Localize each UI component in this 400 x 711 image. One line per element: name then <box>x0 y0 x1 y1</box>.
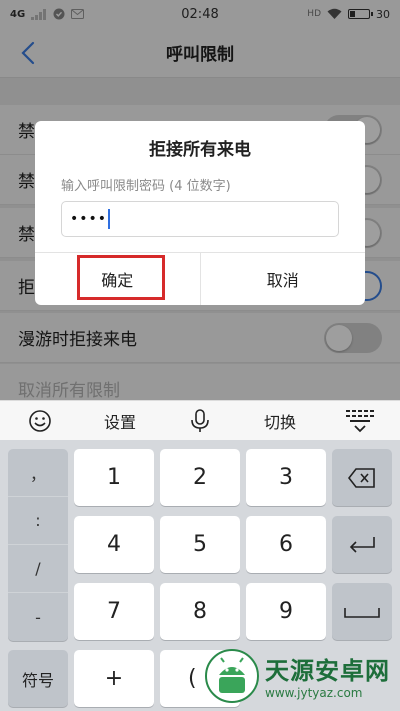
space-key[interactable] <box>332 583 392 640</box>
dialog-title: 拒接所有来电 <box>149 140 251 160</box>
cancel-button[interactable]: 取消 <box>199 253 366 305</box>
space-icon <box>344 607 380 618</box>
emoji-icon <box>29 409 51 432</box>
backspace-icon <box>348 467 375 488</box>
watermark-name: 天源安卓网 <box>265 657 390 685</box>
voice-input-button[interactable] <box>160 401 240 441</box>
android-logo-icon <box>205 648 259 703</box>
password-input[interactable]: •••• <box>61 201 339 237</box>
emoji-button[interactable] <box>0 401 80 441</box>
enter-key[interactable] <box>332 516 392 573</box>
site-watermark: 天源安卓网 www.jytyaz.com <box>205 640 400 711</box>
symbol-key-comma[interactable]: ， <box>8 449 68 497</box>
symbol-column: ， : / - <box>8 449 68 641</box>
password-dialog: 拒接所有来电 输入呼叫限制密码 (4 位数字) •••• 确定 取消 <box>35 121 365 305</box>
symbols-key[interactable]: 符号 <box>8 650 68 707</box>
watermark-url: www.jytyaz.com <box>265 686 363 700</box>
symbol-key-dash[interactable]: - <box>8 593 68 641</box>
keyboard-settings-button[interactable]: 设置 <box>80 401 160 441</box>
key-3[interactable]: 3 <box>246 449 326 506</box>
enter-icon <box>349 536 375 553</box>
key-9[interactable]: 9 <box>246 583 326 640</box>
key-5[interactable]: 5 <box>160 516 240 573</box>
hide-keyboard-button[interactable] <box>320 401 400 441</box>
dialog-actions: 确定 取消 <box>35 252 365 305</box>
dialog-hint: 输入呼叫限制密码 (4 位数字) <box>61 179 231 194</box>
key-6[interactable]: 6 <box>246 516 326 573</box>
text-cursor <box>108 209 111 229</box>
key-8[interactable]: 8 <box>160 583 240 640</box>
symbol-key-slash[interactable]: / <box>8 545 68 593</box>
microphone-icon <box>191 408 209 432</box>
symbol-key-colon[interactable]: : <box>8 497 68 545</box>
key-1[interactable]: 1 <box>74 449 154 506</box>
key-4[interactable]: 4 <box>74 516 154 573</box>
backspace-key[interactable] <box>332 449 392 506</box>
hide-keyboard-icon <box>346 409 374 432</box>
keyboard-toolbar: 设置 切换 <box>0 400 400 440</box>
watermark-text: 天源安卓网 www.jytyaz.com <box>265 651 390 700</box>
key-7[interactable]: 7 <box>74 583 154 640</box>
password-value: •••• <box>70 211 108 227</box>
confirm-button[interactable]: 确定 <box>35 253 200 305</box>
plus-key[interactable]: + <box>74 650 154 707</box>
key-2[interactable]: 2 <box>160 449 240 506</box>
switch-keyboard-button[interactable]: 切换 <box>240 401 320 441</box>
